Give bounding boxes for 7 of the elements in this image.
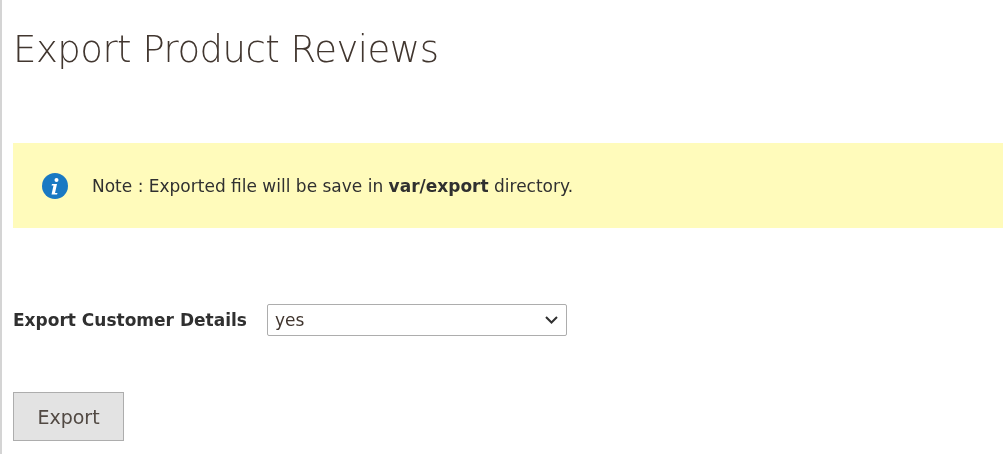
select-dropdown[interactable]: yes: [266, 304, 567, 336]
page-title: Export Product Reviews: [13, 27, 440, 73]
field-label: Export Customer Details: [13, 310, 247, 330]
notice-text: Note : Exported file will be save in var/export directory.: [92, 175, 574, 196]
info-icon: [42, 172, 68, 199]
chevron-down-icon: [544, 316, 558, 324]
export-button[interactable]: Export: [13, 392, 124, 441]
